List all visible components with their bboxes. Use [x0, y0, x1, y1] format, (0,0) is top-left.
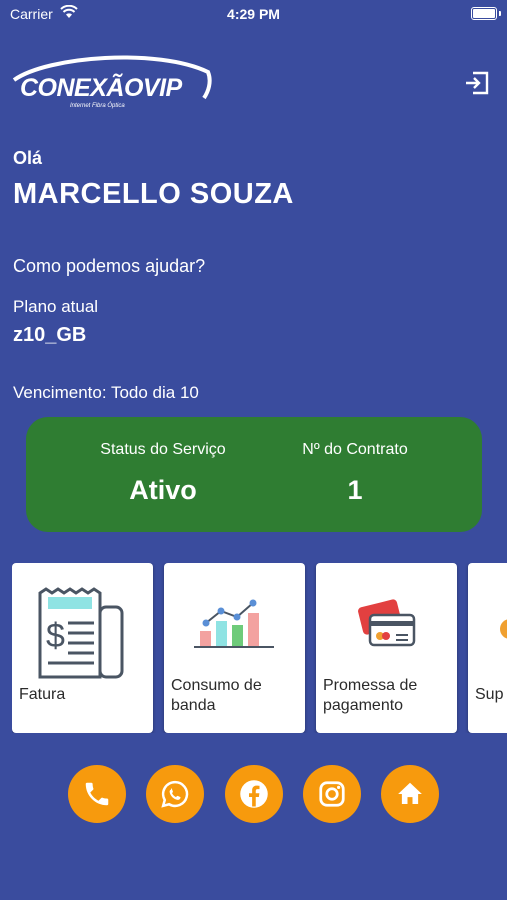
plan-value: z10_GB [13, 324, 87, 346]
bandwidth-chart-icon [194, 599, 274, 648]
status-bar: Carrier 4:29 PM [0, 0, 507, 30]
user-name: MARCELLO SOUZA [13, 178, 294, 210]
whatsapp-button[interactable] [146, 765, 204, 823]
service-status-label: Status do Serviço [100, 441, 226, 458]
tile-payment-promise[interactable]: Promessa de pagamento [316, 563, 457, 733]
contract-number-value: 1 [347, 475, 363, 505]
instagram-button[interactable] [303, 765, 361, 823]
brand-name: CONEXÃOVIP [20, 74, 182, 102]
tile-support[interactable]: Sup [468, 563, 507, 733]
service-status: Status do Serviço Ativo [68, 441, 258, 506]
invoice-icon: $ [38, 587, 124, 679]
contract-number-label: Nº do Contrato [302, 441, 408, 458]
tile-label: Fatura [19, 686, 66, 703]
svg-text:$: $ [46, 617, 65, 655]
service-status-card: Status do Serviço Ativo Nº do Contrato 1 [26, 417, 482, 532]
greeting: Olá [13, 148, 43, 168]
plan-label: Plano atual [13, 297, 99, 316]
home-icon [398, 782, 422, 804]
logout-icon[interactable] [464, 71, 490, 95]
due-date: Vencimento: Todo dia 10 [13, 383, 199, 402]
tile-label: Sup [475, 686, 504, 703]
brand-tagline: Internet Fibra Óptica [70, 103, 125, 109]
instagram-icon [319, 781, 345, 807]
facebook-button[interactable] [225, 765, 283, 823]
service-status-value: Ativo [129, 475, 197, 505]
tile-invoice[interactable]: $ Fatura [12, 563, 153, 733]
home-button[interactable] [381, 765, 439, 823]
facebook-icon [240, 780, 268, 808]
clock: 4:29 PM [227, 6, 280, 22]
battery-icon [471, 7, 497, 20]
tile-label: Consumo de banda [171, 677, 262, 714]
support-icon [500, 619, 507, 639]
battery-tip [499, 11, 501, 16]
phone-icon [85, 782, 109, 806]
tile-label: Promessa de pagamento [323, 677, 418, 714]
whatsapp-icon [161, 780, 189, 808]
phone-button[interactable] [68, 765, 126, 823]
contract-number: Nº do Contrato 1 [260, 441, 450, 506]
credit-card-icon [358, 599, 416, 647]
services-carousel[interactable]: $ Fatura Consumo de banda Promessa de pa… [12, 563, 507, 733]
help-text: Como podemos ajudar? [13, 256, 206, 276]
tile-bandwidth[interactable]: Consumo de banda [164, 563, 305, 733]
brand-logo: CONEXÃOVIP Internet Fibra Óptica [8, 52, 213, 114]
